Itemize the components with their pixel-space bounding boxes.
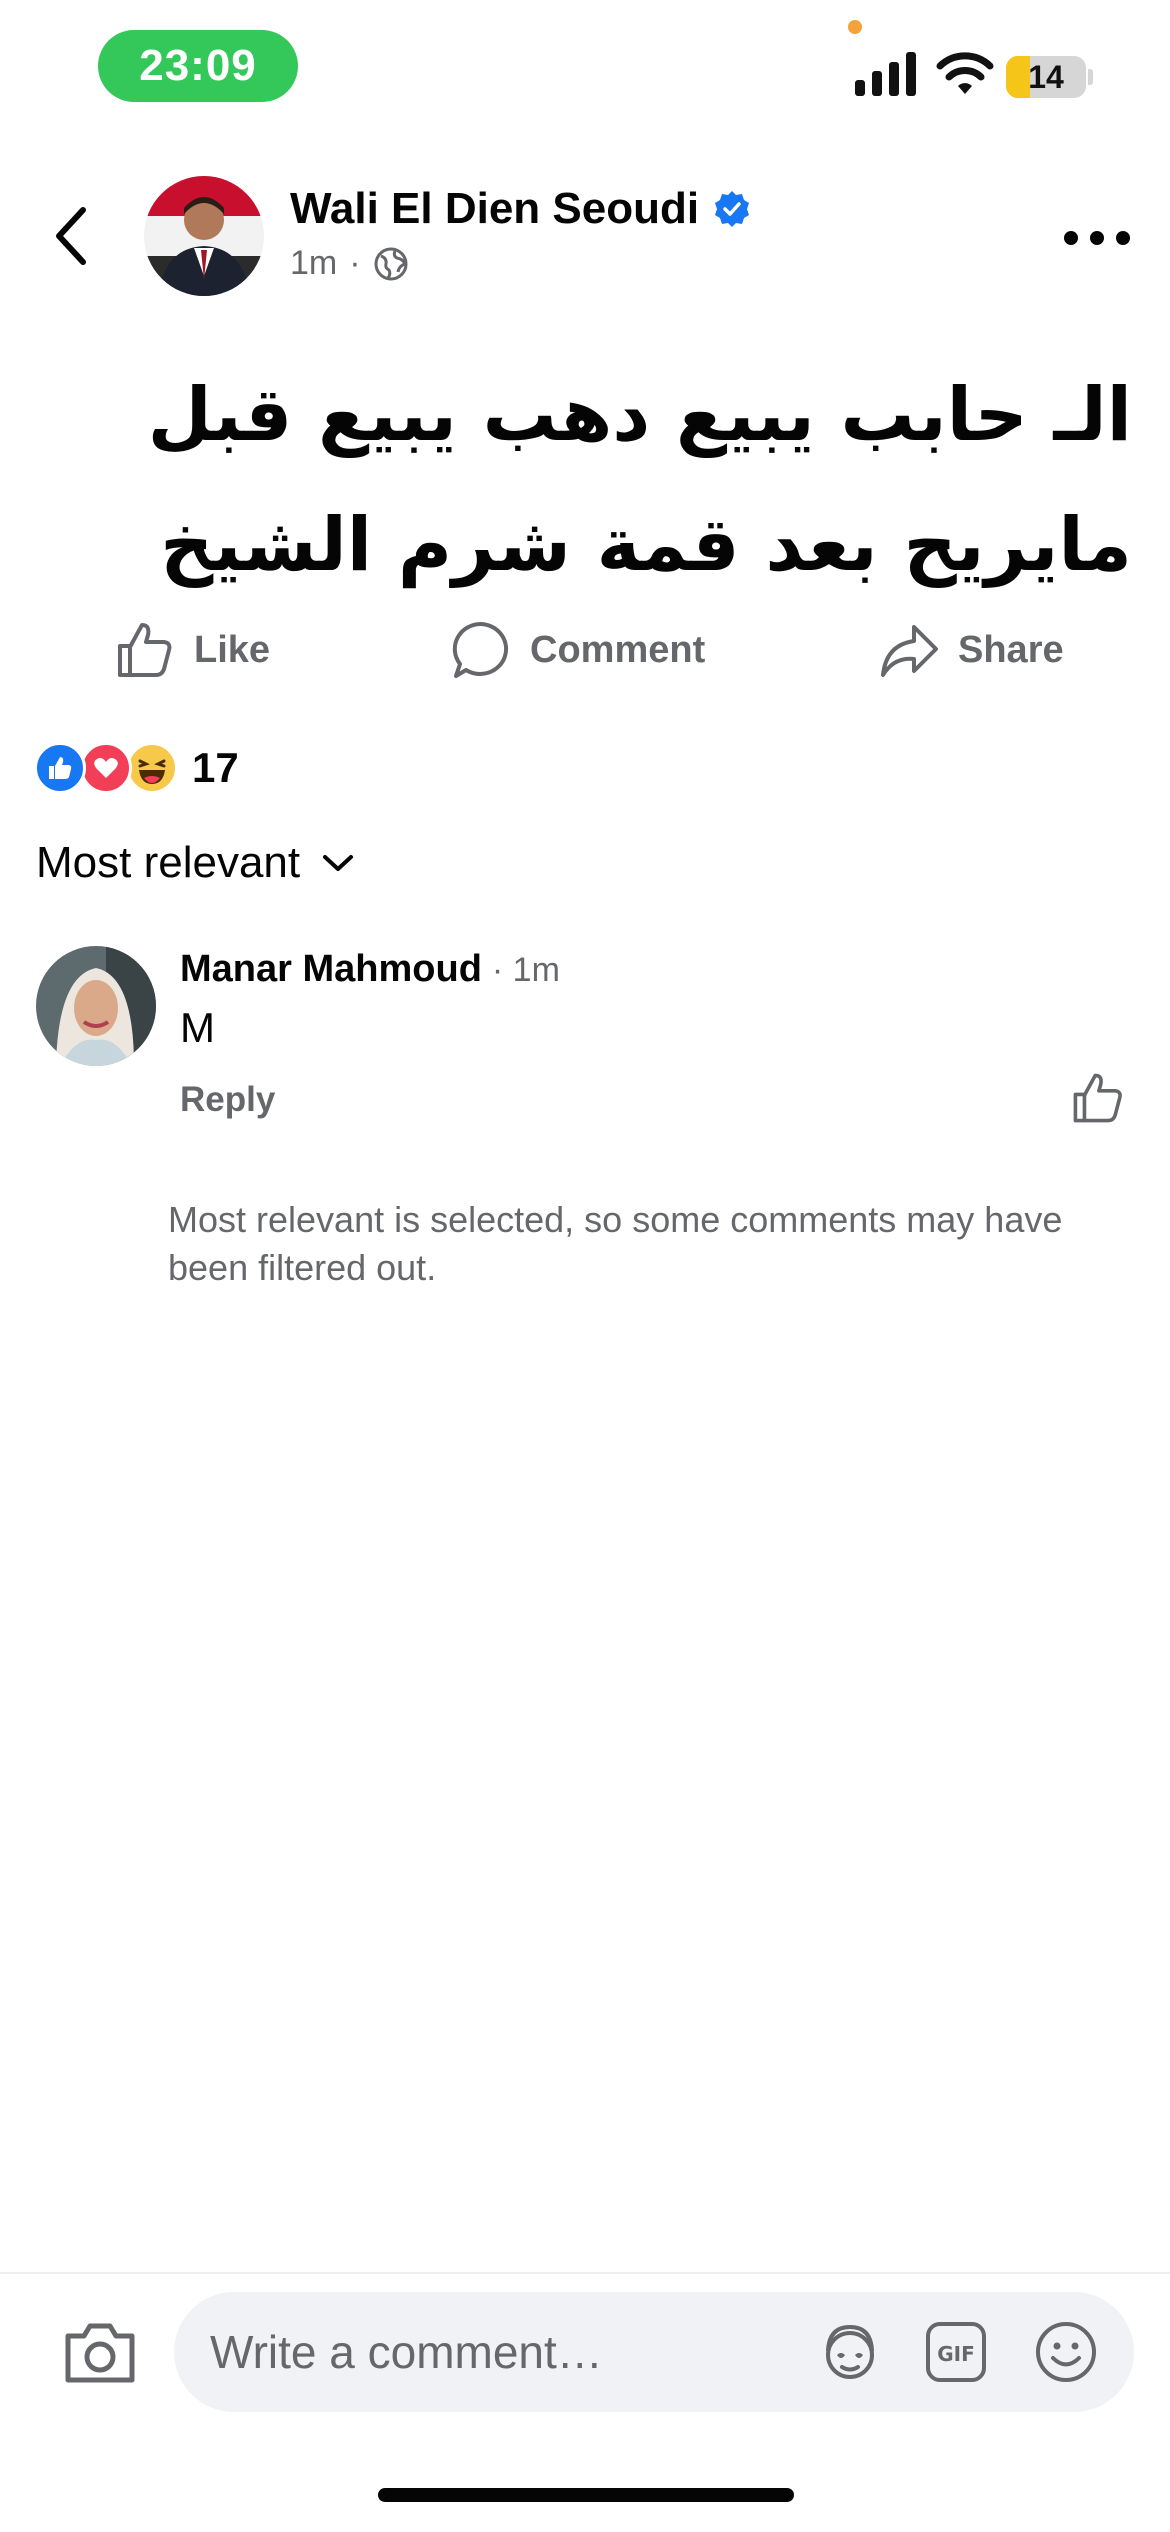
post-meta: 1m · xyxy=(290,244,409,283)
post-action-bar: Like Comment Share xyxy=(0,610,1170,690)
commenter-name[interactable]: Manar Mahmoud xyxy=(180,948,482,991)
composer-divider xyxy=(0,2272,1170,2274)
verified-badge-icon xyxy=(715,191,750,227)
filter-notice: Most relevant is selected, so some comme… xyxy=(168,1199,1063,1288)
avatar-sticker-icon xyxy=(826,2324,874,2379)
comment-header: Manar Mahmoud · 1m xyxy=(180,948,560,991)
commenter-photo xyxy=(36,946,156,1066)
back-button[interactable] xyxy=(44,200,98,272)
reply-button[interactable]: Reply xyxy=(180,1080,275,1120)
comment-avatar[interactable] xyxy=(36,946,156,1066)
sort-label: Most relevant xyxy=(36,838,301,887)
share-button[interactable]: Share xyxy=(878,610,1064,690)
comment-label: Comment xyxy=(530,628,706,671)
post-text-line-1: الـ حابب يبيع دهب يبيع قبل xyxy=(147,372,1132,458)
comment-input[interactable] xyxy=(210,2325,770,2379)
emoji-button[interactable] xyxy=(1030,2316,1102,2388)
status-bar: 23:09 14 xyxy=(0,0,1170,140)
cellular-signal-icon xyxy=(855,52,916,96)
like-label: Like xyxy=(194,628,271,671)
status-time[interactable]: 23:09 xyxy=(98,30,298,102)
post-author[interactable]: Wali El Dien Seoudi xyxy=(290,184,751,234)
home-indicator[interactable] xyxy=(378,2488,794,2502)
like-button[interactable]: Like xyxy=(114,610,270,690)
thumbs-up-icon xyxy=(1073,1073,1122,1123)
post-time[interactable]: 1m xyxy=(290,244,337,283)
reaction-count: 17 xyxy=(192,744,239,791)
wifi-icon xyxy=(936,52,994,94)
battery-icon: 14 xyxy=(1006,56,1093,98)
comment-button[interactable]: Comment xyxy=(450,610,705,690)
comment-text: M xyxy=(180,1004,215,1051)
reactions-summary[interactable]: 17 xyxy=(34,738,239,798)
battery-level: 14 xyxy=(1028,58,1064,95)
avatar-sticker-button[interactable] xyxy=(814,2316,886,2388)
smiley-icon xyxy=(1036,2322,1096,2382)
globe-icon[interactable] xyxy=(373,246,409,282)
camera-icon xyxy=(65,2323,135,2383)
comment-like-button[interactable] xyxy=(1070,1070,1126,1126)
post-text: الـ حابب يبيع دهب يبيع قبل مايريح بعد قم… xyxy=(60,350,1132,610)
gif-button[interactable]: GIF xyxy=(920,2316,992,2388)
comment-time: · 1m xyxy=(491,951,560,989)
post-text-line-2: مايريح بعد قمة شرم الشيخ xyxy=(160,502,1132,588)
gif-label: GIF xyxy=(937,2342,975,2366)
share-label: Share xyxy=(958,628,1064,671)
comment-bubble-icon xyxy=(452,621,509,678)
share-arrow-icon xyxy=(881,625,938,677)
love-reaction-icon xyxy=(80,742,132,794)
comment-sort-dropdown[interactable]: Most relevant xyxy=(36,838,354,888)
author-photo xyxy=(144,176,264,296)
meta-separator: · xyxy=(349,244,361,282)
author-name[interactable]: Wali El Dien Seoudi xyxy=(290,184,699,234)
like-reaction-icon xyxy=(34,742,86,794)
camera-button[interactable] xyxy=(62,2318,138,2388)
chevron-down-icon xyxy=(323,855,354,871)
more-options-icon[interactable] xyxy=(1064,220,1130,256)
privacy-indicator-dot xyxy=(848,20,862,34)
thumbs-up-icon xyxy=(118,623,172,677)
chevron-left-icon xyxy=(56,207,86,265)
comment-composer[interactable]: GIF xyxy=(174,2292,1134,2412)
gif-icon: GIF xyxy=(926,2322,986,2382)
haha-reaction-icon xyxy=(126,742,178,794)
author-avatar[interactable] xyxy=(144,176,264,296)
